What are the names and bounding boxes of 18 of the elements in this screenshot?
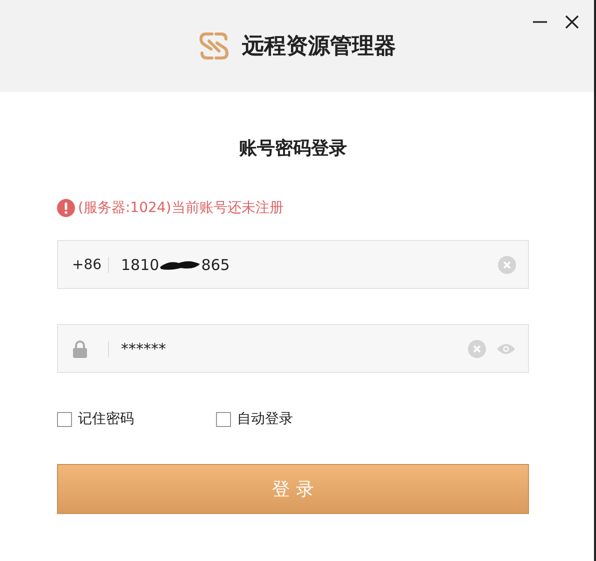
error-icon: [57, 199, 75, 217]
error-message: (服务器:1024)当前账号还未注册: [78, 199, 284, 217]
close-icon[interactable]: [564, 14, 580, 30]
country-code[interactable]: +86: [72, 256, 102, 272]
logo-icon: [198, 30, 230, 62]
clear-icon[interactable]: [498, 256, 516, 274]
clear-icon[interactable]: [468, 340, 486, 358]
eye-icon[interactable]: [496, 342, 516, 356]
phone-field[interactable]: +86 1810 865: [57, 240, 529, 289]
phone-number-end: 865: [201, 256, 230, 274]
option-checkbox[interactable]: 记住密码: [57, 410, 216, 428]
password-field[interactable]: ******: [57, 324, 529, 373]
lock-icon: [72, 340, 88, 358]
password-value: ******: [121, 340, 166, 358]
form-heading: 账号密码登录: [238, 137, 348, 160]
phone-number-start: 1810: [121, 256, 160, 274]
window-title: 远程资源管理器: [242, 33, 396, 61]
option-checkbox[interactable]: 自动登录: [216, 410, 375, 428]
